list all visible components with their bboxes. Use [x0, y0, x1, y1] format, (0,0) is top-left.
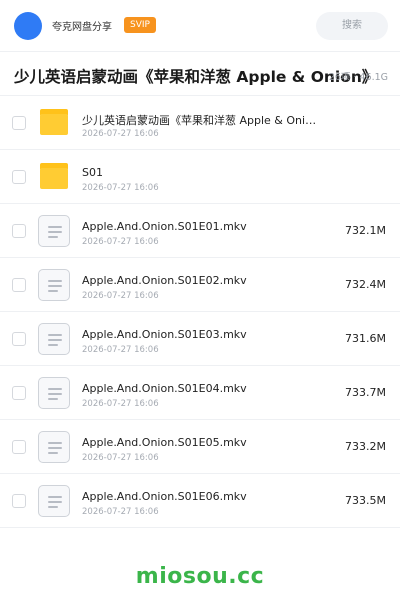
page-title: 少儿英语启蒙动画《苹果和洋葱 Apple & Onion》 [14, 68, 378, 86]
file-list: 少儿英语启蒙动画《苹果和洋葱 Apple & Onion》 2026-07-27… [0, 96, 400, 528]
share-title-row: 少儿英语启蒙动画《苹果和洋葱 Apple & Onion》 26项 · 46.1… [0, 52, 400, 96]
avatar[interactable] [14, 12, 42, 40]
file-row[interactable]: S01 2026-07-27 16:06 [0, 150, 400, 204]
file-date: 2026-07-27 16:06 [82, 345, 159, 355]
file-row[interactable]: 少儿英语启蒙动画《苹果和洋葱 Apple & Onion》 2026-07-27… [0, 96, 400, 150]
file-date: 2026-07-27 16:06 [82, 291, 159, 301]
file-size: 733.5M [345, 494, 386, 507]
file-size: 732.4M [345, 278, 386, 291]
folder-icon [38, 107, 70, 139]
watermark: miosou.cc [135, 564, 265, 589]
top-bar: 夸克网盘分享 SVIP 搜索 [0, 0, 400, 52]
file-name: S01 [82, 166, 103, 179]
file-row[interactable]: Apple.And.Onion.S01E03.mkv 2026-07-27 16… [0, 312, 400, 366]
file-size: 731.6M [345, 332, 386, 345]
folder-icon [38, 161, 70, 193]
file-row[interactable]: Apple.And.Onion.S01E06.mkv 2026-07-27 16… [0, 474, 400, 528]
file-row[interactable]: Apple.And.Onion.S01E02.mkv 2026-07-27 16… [0, 258, 400, 312]
file-row[interactable]: Apple.And.Onion.S01E04.mkv 2026-07-27 16… [0, 366, 400, 420]
select-checkbox[interactable] [12, 386, 26, 400]
svip-badge: SVIP [124, 17, 156, 33]
sharer-name: 夸克网盘分享 [52, 22, 112, 33]
file-name: Apple.And.Onion.S01E02.mkv [82, 274, 247, 287]
file-date: 2026-07-27 16:06 [82, 453, 159, 463]
file-name: Apple.And.Onion.S01E06.mkv [82, 490, 247, 503]
select-checkbox[interactable] [12, 332, 26, 346]
file-date: 2026-07-27 16:06 [82, 507, 159, 517]
video-file-icon [38, 431, 70, 463]
file-name: Apple.And.Onion.S01E04.mkv [82, 382, 247, 395]
select-checkbox[interactable] [12, 224, 26, 238]
video-file-icon [38, 215, 70, 247]
select-checkbox[interactable] [12, 116, 26, 130]
select-checkbox[interactable] [12, 278, 26, 292]
select-checkbox[interactable] [12, 494, 26, 508]
file-date: 2026-07-27 16:06 [82, 399, 159, 409]
file-date: 2026-07-27 16:06 [82, 237, 159, 247]
file-row[interactable]: Apple.And.Onion.S01E05.mkv 2026-07-27 16… [0, 420, 400, 474]
video-file-icon [38, 485, 70, 517]
file-name: 少儿英语启蒙动画《苹果和洋葱 Apple & Onion》 [82, 114, 322, 127]
file-name: Apple.And.Onion.S01E03.mkv [82, 328, 247, 341]
search-button[interactable]: 搜索 [316, 12, 388, 40]
video-file-icon [38, 377, 70, 409]
file-size: 732.1M [345, 224, 386, 237]
video-file-icon [38, 323, 70, 355]
file-row[interactable]: Apple.And.Onion.S01E01.mkv 2026-07-27 16… [0, 204, 400, 258]
select-checkbox[interactable] [12, 440, 26, 454]
file-size: 733.7M [345, 386, 386, 399]
file-name: Apple.And.Onion.S01E01.mkv [82, 220, 247, 233]
file-date: 2026-07-27 16:06 [82, 183, 159, 193]
video-file-icon [38, 269, 70, 301]
file-size: 733.2M [345, 440, 386, 453]
select-checkbox[interactable] [12, 170, 26, 184]
share-meta: 26项 · 46.1G [328, 72, 388, 83]
file-date: 2026-07-27 16:06 [82, 129, 159, 139]
file-name: Apple.And.Onion.S01E05.mkv [82, 436, 247, 449]
